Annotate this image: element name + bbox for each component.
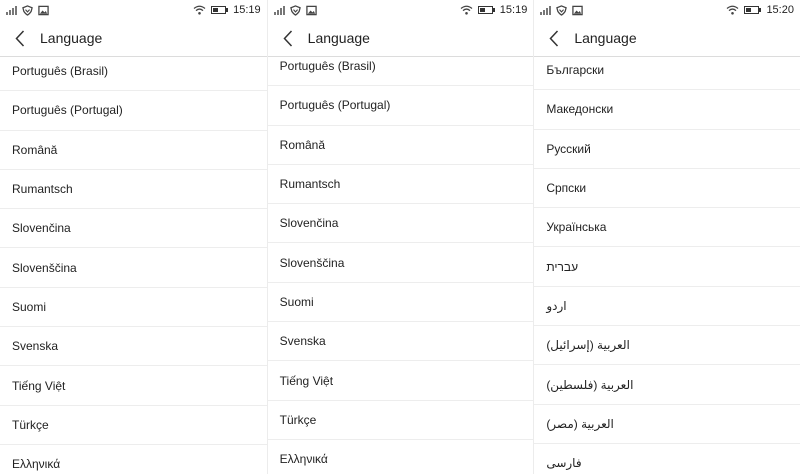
status-bar: 15:20 [534, 0, 800, 20]
language-list[interactable]: Български Македонски Русский Српски Укра… [534, 58, 800, 474]
language-list-items: Português (Brasil) Português (Portugal) … [0, 58, 267, 474]
phone-screen-2: 15:19 Language Português (Brasil) Portug… [266, 0, 534, 474]
language-item[interactable]: Türkçe [267, 401, 534, 440]
image-icon [572, 5, 584, 15]
language-item[interactable]: עברית [534, 247, 800, 287]
shield-icon [22, 4, 33, 16]
title-bar: Language [0, 20, 267, 57]
phone-screen-3: 15:20 Language Български Македонски Русс… [533, 0, 800, 474]
image-icon [38, 5, 49, 15]
page-title: Language [40, 30, 103, 46]
language-item[interactable]: Português (Portugal) [0, 91, 267, 131]
language-list-items: Português (Brasil) Português (Portugal) … [267, 58, 534, 474]
back-arrow-icon [549, 29, 559, 47]
language-item[interactable]: Rumantsch [0, 170, 267, 210]
language-item[interactable]: Suomi [267, 283, 534, 323]
language-list[interactable]: Português (Brasil) Português (Portugal) … [0, 58, 267, 474]
language-list-items: Български Македонски Русский Српски Укра… [534, 58, 800, 474]
wifi-icon [193, 5, 206, 15]
language-item[interactable]: Slovenščina [267, 243, 534, 283]
language-item[interactable]: Slovenščina [0, 248, 267, 288]
language-list[interactable]: Português (Brasil) Português (Portugal) … [267, 58, 534, 474]
language-item[interactable]: Svenska [0, 327, 267, 367]
signal-icon [540, 5, 552, 15]
language-item[interactable]: Tiếng Việt [0, 366, 267, 406]
back-button[interactable] [0, 20, 40, 57]
language-item[interactable]: Македонски [534, 90, 800, 130]
language-item[interactable]: Română [0, 131, 267, 170]
back-button[interactable] [268, 20, 308, 57]
language-item[interactable]: العربية (إسرائيل) [534, 326, 800, 366]
status-time: 15:19 [499, 4, 528, 16]
language-item[interactable]: Português (Portugal) [267, 86, 534, 126]
page-title: Language [307, 30, 370, 46]
language-item[interactable]: Српски [534, 169, 800, 209]
language-item[interactable]: Ελληνικά [268, 440, 534, 474]
back-arrow-icon [15, 29, 25, 47]
language-item[interactable]: Ελληνικά [0, 445, 267, 474]
language-item[interactable]: العربية (فلسطين) [534, 365, 800, 405]
battery-icon [211, 6, 229, 14]
language-item[interactable]: Tiếng Việt [267, 361, 534, 401]
language-item[interactable]: فارسی [534, 444, 800, 474]
page-title: Language [574, 30, 637, 46]
language-item[interactable]: Português (Brasil) [267, 58, 534, 87]
language-item[interactable]: Română [267, 126, 534, 165]
battery-icon [477, 6, 495, 14]
title-bar: Language [267, 20, 534, 57]
language-item[interactable]: Rumantsch [267, 165, 534, 205]
signal-icon [6, 5, 17, 15]
battery-icon [744, 6, 762, 14]
language-item[interactable]: العربية (مصر) [534, 405, 800, 444]
language-item[interactable]: Svenska [267, 322, 534, 362]
status-bar: 15:19 [268, 0, 534, 20]
language-item[interactable]: Suomi [0, 288, 267, 328]
wifi-icon [727, 5, 739, 15]
language-item[interactable]: Slovenčina [267, 204, 534, 244]
status-time: 15:19 [233, 4, 261, 16]
language-item[interactable]: Български [534, 58, 800, 91]
shield-icon [289, 4, 301, 16]
language-item[interactable]: Українська [534, 208, 800, 248]
signal-icon [273, 5, 285, 15]
back-arrow-icon [283, 29, 292, 47]
status-bar: 15:19 [0, 0, 267, 20]
title-bar: Language [534, 20, 800, 57]
phone-screen-1: 15:19 Language Português (Brasil) Portug… [0, 0, 267, 474]
image-icon [305, 5, 317, 15]
language-item[interactable]: Português (Brasil) [0, 58, 267, 92]
wifi-icon [460, 5, 473, 15]
language-item[interactable]: اردو [534, 287, 800, 327]
language-item[interactable]: Türkçe [0, 406, 267, 445]
status-time: 15:20 [766, 4, 794, 16]
language-item[interactable]: Русский [534, 130, 800, 169]
shield-icon [556, 4, 568, 16]
back-button[interactable] [534, 20, 574, 57]
language-item[interactable]: Slovenčina [0, 209, 267, 249]
